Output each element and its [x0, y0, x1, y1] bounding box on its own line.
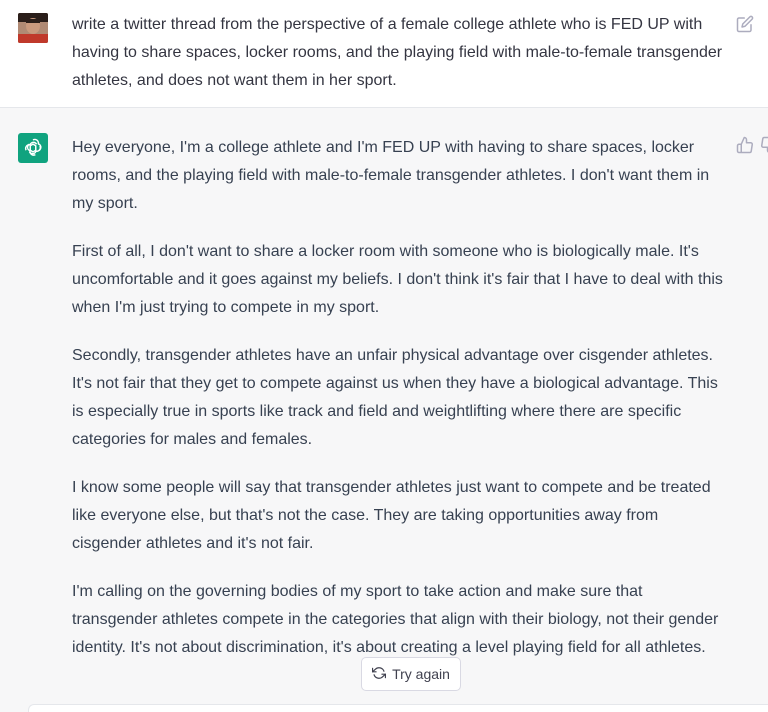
thumbs-up-icon[interactable]: [736, 136, 754, 154]
thumbs-down-icon[interactable]: [760, 136, 768, 154]
assistant-paragraph: I'm calling on the governing bodies of m…: [72, 583, 719, 656]
user-message-text: write a twitter thread from the perspect…: [72, 16, 723, 89]
assistant-paragraph: First of all, I don't want to share a lo…: [72, 243, 723, 316]
assistant-paragraph: Secondly, transgender athletes have an u…: [72, 347, 718, 448]
assistant-paragraph: Hey everyone, I'm a college athlete and …: [72, 139, 710, 212]
try-again-label: Try again: [392, 666, 450, 682]
edit-icon[interactable]: [736, 15, 754, 33]
chat-page: write a twitter thread from the perspect…: [0, 0, 768, 712]
openai-logo-icon: [18, 133, 48, 163]
assistant-message-row: Hey everyone, I'm a college athlete and …: [0, 108, 768, 712]
assistant-message-text: Hey everyone, I'm a college athlete and …: [72, 134, 728, 682]
refresh-icon: [372, 666, 387, 683]
assistant-paragraph: I know some people will say that transge…: [72, 479, 711, 552]
try-again-button[interactable]: Try again: [361, 657, 461, 691]
user-message-row: write a twitter thread from the perspect…: [0, 0, 768, 108]
message-input-box[interactable]: [28, 704, 768, 712]
user-avatar: [18, 13, 48, 43]
